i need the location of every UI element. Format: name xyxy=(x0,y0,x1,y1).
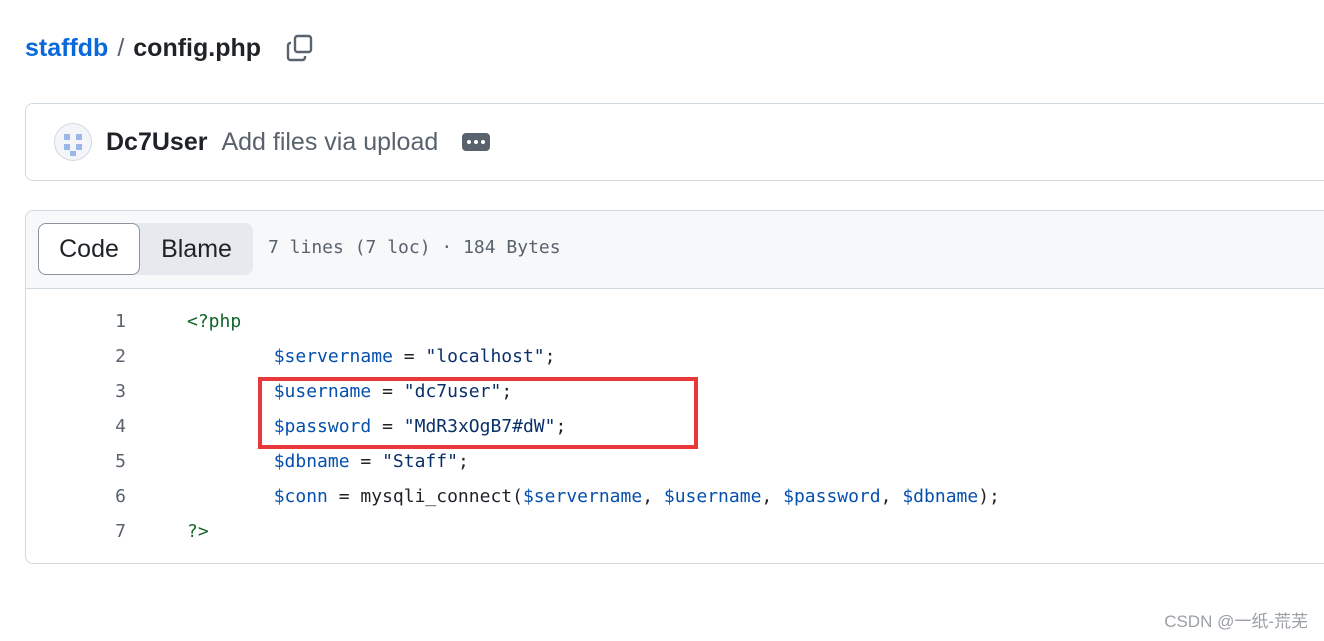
latest-commit-bar: Dc7User Add files via upload xyxy=(25,103,1324,181)
breadcrumb-separator: / xyxy=(117,33,125,62)
code-token: = xyxy=(392,346,426,367)
code-view[interactable]: 1 <?php 2 $servername = "localhost"; 3 $use… xyxy=(26,289,1324,563)
code-token: $dbname xyxy=(902,486,979,507)
file-name: config.php xyxy=(133,33,262,62)
code-token: = xyxy=(371,416,404,437)
code-token: = xyxy=(349,451,383,472)
line-number[interactable]: 5 xyxy=(96,444,126,479)
commit-author[interactable]: Dc7User xyxy=(106,128,207,157)
tab-blame[interactable]: Blame xyxy=(140,223,253,275)
code-token: ); xyxy=(978,486,1000,507)
code-token: $dbname xyxy=(273,451,350,472)
code-token: ; xyxy=(544,346,556,367)
repo-link[interactable]: staffdb xyxy=(25,34,108,63)
breadcrumb: staffdb / config.php xyxy=(25,28,315,68)
file-header: Code Blame 7 lines (7 loc) · 184 Bytes xyxy=(26,211,1324,289)
line-number[interactable]: 3 xyxy=(96,374,126,409)
code-token: , xyxy=(761,486,784,507)
code-token: $conn xyxy=(273,486,328,507)
code-token: = xyxy=(371,381,404,402)
line-content: $conn = mysqli_connect($servername, $use… xyxy=(187,479,1000,514)
line-content: $dbname = "Staff"; xyxy=(187,444,469,479)
code-token: ?> xyxy=(187,521,209,542)
line-number[interactable]: 4 xyxy=(96,409,126,444)
code-line: 6 $conn = mysqli_connect($servername, $u… xyxy=(26,479,1324,514)
view-toggle: Code Blame xyxy=(38,223,253,275)
code-token: $password xyxy=(783,486,881,507)
watermark: CSDN @一纸-荒芜 xyxy=(1164,612,1308,631)
code-token: ; xyxy=(457,451,469,472)
copy-icon xyxy=(286,34,313,62)
code-token: "MdR3xOgB7#dW" xyxy=(403,416,556,437)
ellipsis-icon[interactable] xyxy=(462,133,491,151)
code-token: $username xyxy=(663,486,762,507)
line-number[interactable]: 1 xyxy=(96,304,126,339)
line-number[interactable]: 7 xyxy=(96,514,126,549)
code-token: $servername xyxy=(522,486,643,507)
code-token: $username xyxy=(273,381,372,402)
code-line: 5 $dbname = "Staff"; xyxy=(26,444,1324,479)
line-content: $servername = "localhost"; xyxy=(187,339,556,374)
code-token: <?php xyxy=(187,311,242,332)
code-token: , xyxy=(642,486,664,507)
code-token: ; xyxy=(555,416,567,437)
line-number[interactable]: 2 xyxy=(96,339,126,374)
code-line: 4 $password = "MdR3xOgB7#dW"; xyxy=(26,409,1324,444)
tab-code[interactable]: Code xyxy=(38,223,140,275)
commit-message[interactable]: Add files via upload xyxy=(221,128,438,157)
code-token: "dc7user" xyxy=(403,381,502,402)
code-line: 3 $username = "dc7user"; xyxy=(26,374,1324,409)
code-line: 1 <?php xyxy=(26,304,1324,339)
user-avatar[interactable] xyxy=(54,123,92,161)
line-content: ?> xyxy=(187,514,209,549)
code-token: "localhost" xyxy=(425,346,545,367)
line-content: <?php xyxy=(187,304,241,339)
code-token: $servername xyxy=(273,346,393,367)
code-line: 7 ?> xyxy=(26,514,1324,549)
line-number[interactable]: 6 xyxy=(96,479,126,514)
file-viewer: Code Blame 7 lines (7 loc) · 184 Bytes 1… xyxy=(25,210,1324,564)
code-token: $password xyxy=(273,416,372,437)
file-stats: 7 lines (7 loc) · 184 Bytes xyxy=(268,237,561,258)
copy-path-button[interactable] xyxy=(285,33,315,63)
code-token: "Staff" xyxy=(382,451,458,472)
line-content: $username = "dc7user"; xyxy=(187,374,512,409)
code-token: ; xyxy=(501,381,513,402)
line-content: $password = "MdR3xOgB7#dW"; xyxy=(187,409,567,444)
code-line: 2 $servername = "localhost"; xyxy=(26,339,1324,374)
code-token: , xyxy=(880,486,903,507)
code-token: = mysqli_connect( xyxy=(327,486,523,507)
